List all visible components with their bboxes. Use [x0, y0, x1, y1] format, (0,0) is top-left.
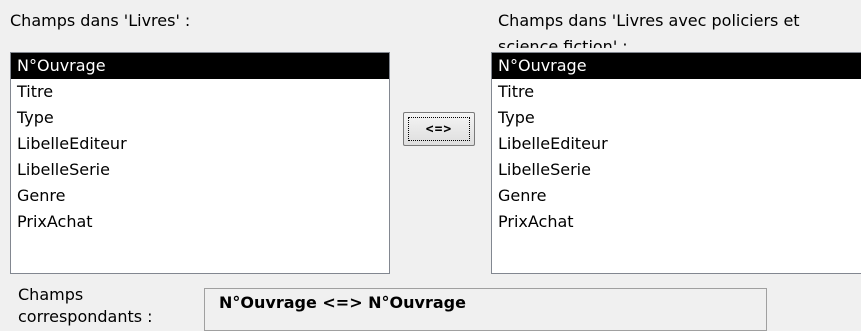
match-fields-button-label: <=> [425, 121, 453, 137]
left-field-item-libelleediteur[interactable]: LibelleEditeur [11, 131, 389, 157]
right-fields-label: Champs dans 'Livres avec policiers et sc… [498, 11, 800, 48]
right-field-item-libelleediteur[interactable]: LibelleEditeur [492, 131, 861, 157]
right-field-item-type[interactable]: Type [492, 105, 861, 131]
right-field-item-genre[interactable]: Genre [492, 183, 861, 209]
corresponding-fields-value: N°Ouvrage <=> N°Ouvrage [204, 288, 767, 331]
right-fields-listbox[interactable]: N°Ouvrage Titre Type LibelleEditeur Libe… [491, 52, 861, 274]
right-field-item-libelleserie[interactable]: LibelleSerie [492, 157, 861, 183]
left-fields-label: Champs dans 'Livres' : [10, 11, 191, 30]
right-field-item-prixachat[interactable]: PrixAchat [492, 209, 861, 235]
left-field-item-genre[interactable]: Genre [11, 183, 389, 209]
right-field-item-ouvrage[interactable]: N°Ouvrage [492, 53, 861, 79]
left-field-item-type[interactable]: Type [11, 105, 389, 131]
left-field-item-titre[interactable]: Titre [11, 79, 389, 105]
corresponding-fields-label: Champs correspondants : [18, 285, 153, 326]
right-field-item-titre[interactable]: Titre [492, 79, 861, 105]
left-field-item-prixachat[interactable]: PrixAchat [11, 209, 389, 235]
left-field-item-ouvrage[interactable]: N°Ouvrage [11, 53, 389, 79]
left-fields-listbox[interactable]: N°Ouvrage Titre Type LibelleEditeur Libe… [10, 52, 390, 274]
left-field-item-libelleserie[interactable]: LibelleSerie [11, 157, 389, 183]
match-fields-button[interactable]: <=> [403, 112, 475, 146]
